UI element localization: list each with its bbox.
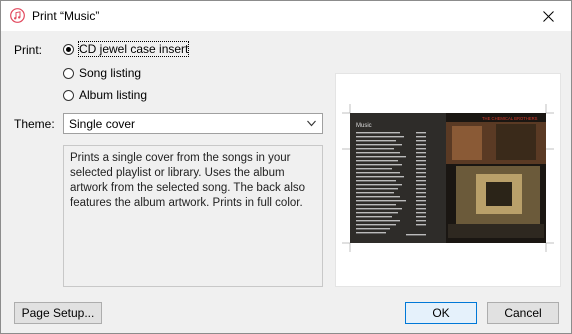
- cancel-button[interactable]: Cancel: [487, 302, 559, 324]
- radio-label: CD jewel case insert: [77, 41, 190, 57]
- radio-cd-jewel-case-insert[interactable]: CD jewel case insert: [63, 41, 190, 57]
- radio-label: Album listing: [79, 88, 148, 102]
- back-card-title: Music: [356, 123, 372, 129]
- close-button[interactable]: [525, 1, 571, 31]
- theme-description: Prints a single cover from the songs in …: [63, 145, 323, 287]
- theme-selected-value: Single cover: [69, 117, 136, 131]
- print-dialog: Print “Music” Print: CD jewel case inser…: [0, 0, 572, 334]
- close-icon: [542, 10, 554, 22]
- radio-label: Song listing: [79, 66, 142, 80]
- radio-button[interactable]: [63, 89, 74, 101]
- print-label: Print:: [14, 43, 43, 57]
- radio-button[interactable]: [63, 67, 74, 79]
- theme-label: Theme:: [14, 117, 55, 131]
- theme-select[interactable]: Single cover: [63, 113, 323, 134]
- page-setup-button[interactable]: Page Setup...: [14, 302, 102, 324]
- front-cover-caption: THE CHEMICAL BROTHERS: [482, 116, 538, 121]
- window-title: Print “Music”: [32, 9, 100, 23]
- title-bar: Print “Music”: [1, 1, 571, 31]
- radio-song-listing[interactable]: Song listing: [63, 66, 141, 80]
- ok-button[interactable]: OK: [405, 302, 477, 324]
- itunes-app-icon: [10, 8, 25, 23]
- radio-album-listing[interactable]: Album listing: [63, 88, 147, 102]
- dialog-content: Print: CD jewel case insert Song listing…: [1, 31, 571, 333]
- radio-button-selected[interactable]: [63, 43, 74, 55]
- print-preview: Music THE CHEMICAL BROTHERS: [335, 73, 561, 287]
- jewel-case-preview: Music THE CHEMICAL BROTHERS: [342, 104, 554, 252]
- chevron-down-icon: [307, 120, 316, 127]
